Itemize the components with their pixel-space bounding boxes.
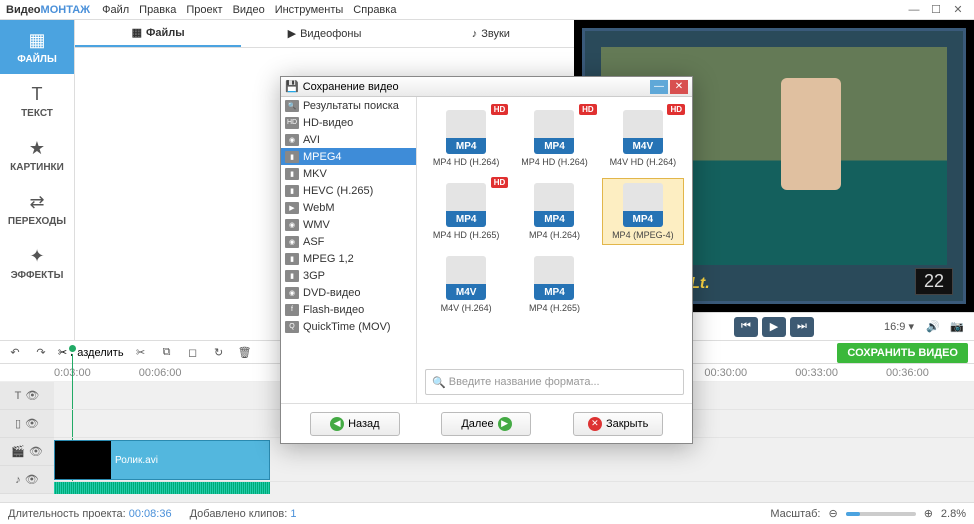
format-item[interactable]: ◉ASF (281, 233, 416, 250)
format-cell[interactable]: HDM4VM4V HD (H.264) (602, 105, 684, 172)
close-dialog-button[interactable]: ✕Закрыть (573, 412, 663, 436)
format-item[interactable]: ◉AVI (281, 131, 416, 148)
tab-files[interactable]: ▦Файлы (75, 20, 241, 47)
track-head-video[interactable]: 🎬 👁 (0, 438, 54, 466)
redo-button[interactable]: ↷ (32, 346, 50, 359)
menu-help[interactable]: Справка (353, 4, 396, 16)
back-button[interactable]: ◀Назад (310, 412, 400, 436)
format-cell[interactable]: HDMP4MP4 HD (H.264) (513, 105, 595, 172)
menu-edit[interactable]: Правка (139, 4, 176, 16)
format-item[interactable]: HDHD-видео (281, 114, 416, 131)
snapshot-icon[interactable]: 📷 (950, 320, 964, 333)
window-controls: — ☐ ✕ (904, 3, 968, 17)
rail-pictures[interactable]: ★КАРТИНКИ (0, 128, 74, 182)
tab-videobg[interactable]: ▶Видеофоны (241, 20, 407, 47)
dialog-footer: ◀Назад Далее▶ ✕Закрыть (281, 403, 692, 443)
duration-label: Длительность проекта: 00:08:36 (8, 508, 172, 520)
format-item[interactable]: ◉DVD-видео (281, 284, 416, 301)
dialog-min-button[interactable]: — (650, 80, 668, 94)
square-button[interactable]: ◻ (184, 346, 202, 359)
format-item[interactable]: ▮MKV (281, 165, 416, 182)
crop-button[interactable]: ⧉ (158, 346, 176, 359)
save-video-button[interactable]: СОХРАНИТЬ ВИДЕО (837, 343, 968, 363)
format-cell[interactable]: HDMP4MP4 HD (H.265) (425, 178, 507, 245)
top-tabs: ▦Файлы ▶Видеофоны ♪Звуки (75, 20, 574, 48)
left-rail: ▦ФАЙЛЫ TТЕКСТ ★КАРТИНКИ ⇄ПЕРЕХОДЫ ✦ЭФФЕК… (0, 20, 75, 340)
format-list[interactable]: 🔍Результаты поискаHDHD-видео◉AVI▮MPEG4▮M… (281, 97, 417, 403)
video-clip[interactable]: Ролик.avi (54, 440, 270, 480)
format-item[interactable]: QQuickTime (MOV) (281, 318, 416, 335)
track-heads: T 👁 ▯ 👁 🎬 👁 ♪ 👁 (0, 382, 54, 494)
format-grid: HDMP4MP4 HD (H.264)HDMP4MP4 HD (H.264)HD… (425, 105, 684, 318)
minimize-button[interactable]: — (904, 3, 924, 17)
menubar: Файл Правка Проект Видео Инструменты Спр… (102, 4, 396, 16)
format-cell[interactable]: MP4MP4 (H.264) (513, 178, 595, 245)
aspect-ratio[interactable]: 16:9 ▾ (884, 320, 914, 333)
save-dialog: 💾 Сохранение видео — ✕ 🔍Результаты поиск… (280, 76, 693, 444)
app-logo: ВидеоМОНТАЖ (6, 4, 90, 16)
clips-label: Добавлено клипов: 1 (190, 508, 297, 520)
format-item[interactable]: ▮MPEG 1,2 (281, 250, 416, 267)
maximize-button[interactable]: ☐ (926, 3, 946, 17)
clip-thumb (55, 441, 111, 479)
next-button[interactable]: ⏭ (790, 317, 814, 337)
format-item[interactable]: ▮3GP (281, 267, 416, 284)
format-cell[interactable]: HDMP4MP4 HD (H.264) (425, 105, 507, 172)
status-bar: Длительность проекта: 00:08:36 Добавлено… (0, 502, 974, 524)
track-head-overlay[interactable]: ▯ 👁 (0, 410, 54, 438)
play-button[interactable]: ▶ (762, 317, 786, 337)
zoom-slider[interactable] (846, 512, 916, 516)
format-cell[interactable]: MP4MP4 (H.265) (513, 251, 595, 318)
zoom-out-button[interactable]: ⊖ (828, 507, 837, 520)
menu-tools[interactable]: Инструменты (275, 4, 344, 16)
menu-video[interactable]: Видео (233, 4, 265, 16)
format-cell[interactable]: M4VM4V (H.264) (425, 251, 507, 318)
prev-button[interactable]: ⏮ (734, 317, 758, 337)
video-counter: 22 (915, 268, 953, 295)
next-button[interactable]: Далее▶ (441, 412, 531, 436)
scale-label: Масштаб: (770, 508, 820, 520)
volume-icon[interactable]: 🔊 (926, 320, 940, 333)
track-head-audio[interactable]: ♪ 👁 (0, 466, 54, 494)
clip-label: Ролик.avi (115, 455, 158, 466)
rotate-button[interactable]: ↻ (210, 346, 228, 359)
format-item[interactable]: ◉WMV (281, 216, 416, 233)
format-item[interactable]: fFlash-видео (281, 301, 416, 318)
dialog-titlebar[interactable]: 💾 Сохранение видео — ✕ (281, 77, 692, 97)
dialog-close-button[interactable]: ✕ (670, 80, 688, 94)
close-button[interactable]: ✕ (948, 3, 968, 17)
rail-text[interactable]: TТЕКСТ (0, 74, 74, 128)
tab-sounds[interactable]: ♪Звуки (408, 20, 574, 47)
undo-button[interactable]: ↶ (6, 346, 24, 359)
search-icon: 🔍 (432, 376, 446, 389)
menu-project[interactable]: Проект (186, 4, 222, 16)
format-cell[interactable]: MP4MP4 (MPEG-4) (602, 178, 684, 245)
track-head-text[interactable]: T 👁 (0, 382, 54, 410)
format-item[interactable]: ▮MPEG4 (281, 148, 416, 165)
menu-file[interactable]: Файл (102, 4, 129, 16)
format-item[interactable]: 🔍Результаты поиска (281, 97, 416, 114)
format-item[interactable]: ▮HEVC (H.265) (281, 182, 416, 199)
dialog-icon: 💾 (285, 80, 299, 93)
search-placeholder: Введите название формата... (449, 376, 600, 388)
rail-files[interactable]: ▦ФАЙЛЫ (0, 20, 74, 74)
titlebar: ВидеоМОНТАЖ Файл Правка Проект Видео Инс… (0, 0, 974, 20)
rail-effects[interactable]: ✦ЭФФЕКТЫ (0, 236, 74, 290)
delete-button[interactable]: 🗑 (236, 346, 254, 359)
cut-button[interactable]: ✂ (132, 346, 150, 359)
zoom-in-button[interactable]: ⊕ (924, 507, 933, 520)
format-search[interactable]: 🔍 Введите название формата... (425, 369, 684, 395)
dialog-title: Сохранение видео (303, 81, 399, 93)
scale-value: 2.8% (941, 508, 966, 520)
rail-transitions[interactable]: ⇄ПЕРЕХОДЫ (0, 182, 74, 236)
format-item[interactable]: ▶WebM (281, 199, 416, 216)
